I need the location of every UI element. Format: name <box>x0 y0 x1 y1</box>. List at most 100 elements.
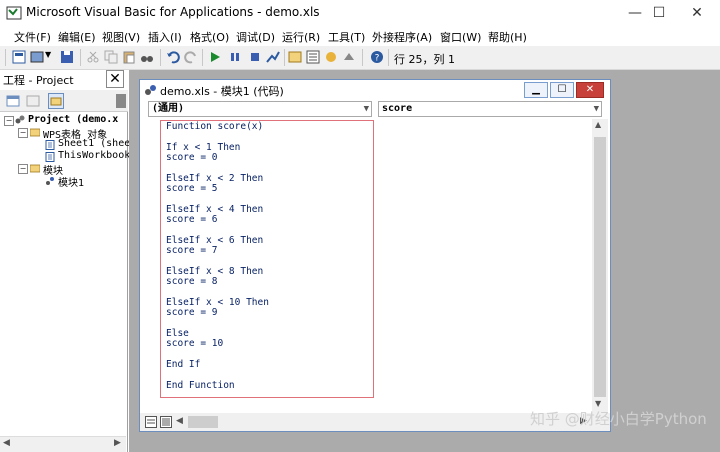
toolbar-separator <box>80 49 81 66</box>
code-hscroll-thumb[interactable] <box>188 416 218 428</box>
procedure-view-icon[interactable] <box>145 416 157 428</box>
menu-file[interactable]: 文件(F) <box>14 29 51 45</box>
object-browser-icon[interactable] <box>324 50 338 64</box>
view-object-icon[interactable] <box>26 94 40 108</box>
vba-app-icon <box>6 6 22 20</box>
code-line: ElseIf x < 6 Then <box>166 234 264 246</box>
tree-item-sheet1[interactable]: Sheet1 (shee <box>58 138 130 149</box>
menu-format[interactable]: 格式(O) <box>190 29 229 45</box>
object-combo[interactable]: (通用) ▼ <box>148 101 372 117</box>
toolbar-separator <box>284 49 285 66</box>
menu-edit[interactable]: 编辑(E) <box>58 29 96 45</box>
help-icon[interactable]: ? <box>370 50 384 64</box>
menu-debug[interactable]: 调试(D) <box>236 29 275 45</box>
project-explorer-icon[interactable] <box>288 50 302 64</box>
code-window: demo.xls - 模块1 (代码) ▁ ☐ ✕ (通用) ▼ score ▼… <box>139 79 611 432</box>
menu-help[interactable]: 帮助(H) <box>488 29 527 45</box>
module-icon <box>46 177 54 185</box>
project-pane-scroll-handle[interactable] <box>116 94 126 108</box>
paste-icon[interactable] <box>122 50 136 64</box>
code-line: End If <box>166 359 201 371</box>
object-combo-value: (通用) <box>152 103 185 114</box>
insert-module-icon[interactable] <box>30 50 44 64</box>
design-mode-icon[interactable] <box>266 50 280 64</box>
reset-icon[interactable] <box>248 50 262 64</box>
code-window-restore-button[interactable]: ☐ <box>550 82 574 98</box>
menu-run[interactable]: 运行(R) <box>282 29 320 45</box>
project-pane-close-button[interactable]: ✕ <box>106 70 124 88</box>
code-line: ElseIf x < 8 Then <box>166 265 264 277</box>
tree-item-module1[interactable]: 模块1 <box>58 174 84 189</box>
tree-expander[interactable]: − <box>4 116 14 126</box>
find-icon[interactable] <box>140 50 154 64</box>
toggle-folders-icon[interactable] <box>48 93 64 109</box>
code-vscroll-thumb[interactable] <box>594 137 606 397</box>
project-pane-titlebar: 工程 - Project ✕ <box>0 70 128 90</box>
redo-icon[interactable] <box>184 50 198 64</box>
procedure-combo[interactable]: score ▼ <box>378 101 602 117</box>
scroll-down-icon[interactable]: ▼ <box>595 399 601 408</box>
project-explorer-pane: 工程 - Project ✕ − Project (demo.x − WPS表格… <box>0 70 130 452</box>
code-line: ElseIf x < 10 Then <box>166 296 269 308</box>
save-icon[interactable] <box>60 50 74 64</box>
scroll-right-icon[interactable]: ▶ <box>114 438 121 448</box>
code-line: score = 0 <box>166 152 218 164</box>
chevron-down-icon[interactable]: ▼ <box>364 102 369 116</box>
watermark: 知乎 @财经小白学Python <box>530 410 707 428</box>
svg-text:?: ? <box>375 54 380 64</box>
view-excel-icon[interactable] <box>12 50 26 64</box>
code-editor[interactable]: Function score(x) If x < 1 Then score = 0 E… <box>140 119 610 413</box>
break-icon[interactable] <box>228 50 242 64</box>
toolbar-separator <box>362 49 363 66</box>
vba-project-icon <box>15 115 25 124</box>
code-line: Else <box>166 328 189 339</box>
copy-icon[interactable] <box>104 50 118 64</box>
code-window-icon <box>145 85 156 95</box>
workbook-icon <box>45 152 55 162</box>
tree-expander[interactable]: − <box>18 164 28 174</box>
chevron-down-icon[interactable]: ▼ <box>594 102 599 116</box>
code-line: End Function <box>166 379 235 391</box>
scroll-up-icon[interactable]: ▲ <box>595 120 601 129</box>
code-line: Function score(x) <box>166 121 264 132</box>
menu-bar: 文件(F) 编辑(E) 视图(V) 插入(I) 格式(O) 调试(D) 运行(R… <box>0 26 720 46</box>
code-line: score = 6 <box>166 214 218 226</box>
procedure-combo-value: score <box>382 103 413 114</box>
full-module-view-icon[interactable] <box>160 416 172 428</box>
toolbar-separator <box>160 49 161 66</box>
menu-tools[interactable]: 工具(T) <box>328 29 365 45</box>
project-pane-hscrollbar[interactable]: ◀ ▶ <box>0 436 126 452</box>
code-line: score = 10 <box>166 338 224 350</box>
menu-insert[interactable]: 插入(I) <box>148 29 182 45</box>
code-window-close-button[interactable]: ✕ <box>576 82 604 98</box>
menu-window[interactable]: 窗口(W) <box>440 29 481 45</box>
code-line: If x < 1 Then <box>166 141 241 153</box>
scroll-left-icon[interactable]: ◀ <box>176 416 183 426</box>
cut-icon[interactable] <box>86 50 100 64</box>
properties-icon[interactable] <box>306 50 320 64</box>
menu-addins[interactable]: 外接程序(A) <box>372 29 432 45</box>
tree-item-project[interactable]: Project (demo.x <box>28 114 118 125</box>
code-line: ElseIf x < 2 Then <box>166 172 264 184</box>
code-window-minimize-button[interactable]: ▁ <box>524 82 548 98</box>
tree-item-thisworkbook[interactable]: ThisWorkbook <box>58 150 130 161</box>
close-button[interactable]: ✕ <box>674 0 720 26</box>
run-icon[interactable] <box>208 50 222 64</box>
view-code-icon[interactable] <box>6 94 20 108</box>
toolbox-icon[interactable] <box>342 50 356 64</box>
undo-icon[interactable] <box>166 50 180 64</box>
window-title: Microsoft Visual Basic for Applications … <box>26 5 320 19</box>
tree-expander[interactable]: − <box>18 128 28 138</box>
title-bar: Microsoft Visual Basic for Applications … <box>0 0 720 26</box>
toolbar-grip <box>5 49 6 66</box>
toolbar-separator <box>202 49 203 66</box>
dropdown-arrow-icon[interactable]: ▼ <box>45 50 59 64</box>
scroll-left-icon[interactable]: ◀ <box>3 438 10 448</box>
code-line: score = 9 <box>166 307 218 319</box>
code-line: score = 5 <box>166 183 218 195</box>
code-line: score = 7 <box>166 245 218 257</box>
folder-icon <box>30 164 40 173</box>
project-pane-toolbar <box>0 90 128 112</box>
menu-view[interactable]: 视图(V) <box>102 29 140 45</box>
toolbar-separator <box>388 49 389 66</box>
